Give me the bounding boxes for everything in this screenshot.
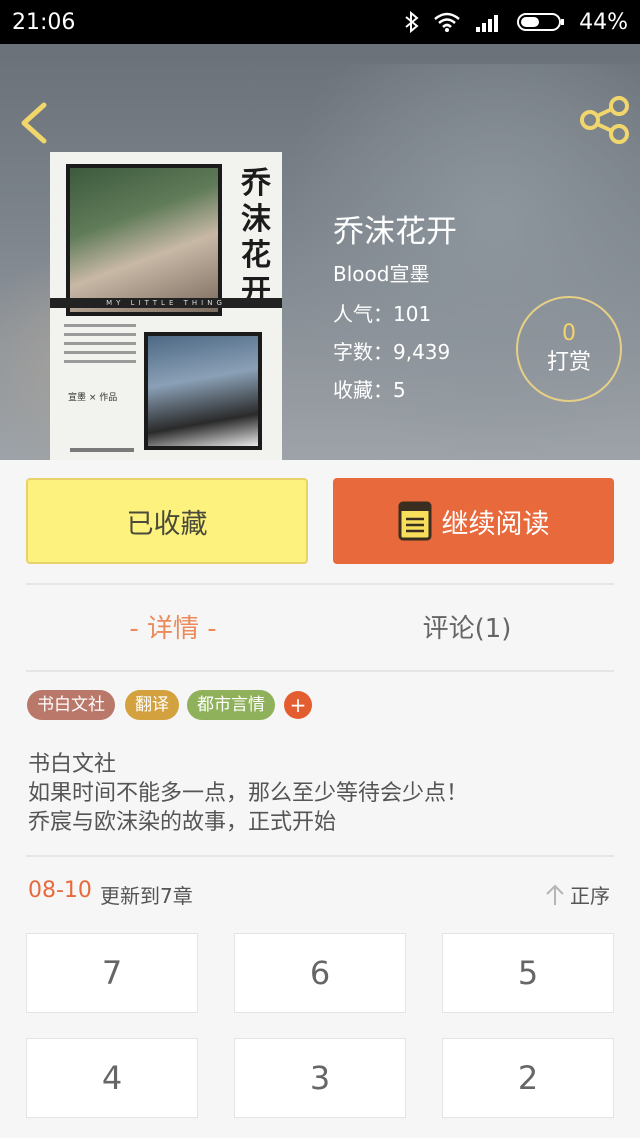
divider <box>26 670 614 672</box>
arrow-up-icon <box>546 884 564 905</box>
book-icon <box>398 501 431 541</box>
book-header: 乔沫花开 MY LITTLE THING 宣墨 × 作品 <box>0 44 640 460</box>
divider <box>26 855 614 857</box>
book-author[interactable]: Blood宣墨 <box>333 258 429 287</box>
cover-tagline: MY LITTLE THING <box>106 299 226 307</box>
share-icon[interactable] <box>578 96 630 144</box>
signal-icon <box>476 15 499 32</box>
book-popularity: 人气：101 <box>333 302 432 326</box>
description-line: 如果时间不能多一点，那么至少等待会少点！ <box>28 781 469 806</box>
continue-reading-button[interactable]: 继续阅读 <box>333 478 614 564</box>
wifi-icon <box>434 12 460 32</box>
sort-button[interactable]: 正序 <box>544 880 610 909</box>
continue-reading-label: 继续阅读 <box>441 508 550 540</box>
collected-button[interactable]: 已收藏 <box>26 478 308 564</box>
book-word-count: 字数：9,439 <box>333 340 451 364</box>
book-description: 书白文社 如果时间不能多一点，那么至少等待会少点！ 乔宸与欧沫染的故事，正式开始 <box>28 750 608 837</box>
status-bar: 21:06 44% <box>0 0 640 44</box>
cover-credit: 宣墨 × 作品 <box>68 393 118 403</box>
cover-title: 乔沫花开 <box>241 166 271 309</box>
chapter-item[interactable]: 2 <box>442 1038 614 1118</box>
status-icons: 44% <box>405 10 628 35</box>
reward-count: 0 <box>562 321 576 346</box>
chapter-item[interactable]: 7 <box>26 933 198 1013</box>
tab-detail[interactable]: - 详情 - <box>30 606 316 652</box>
tag-translation[interactable]: 翻译 <box>125 690 179 720</box>
chapter-item[interactable]: 5 <box>442 933 614 1013</box>
book-cover[interactable]: 乔沫花开 MY LITTLE THING 宣墨 × 作品 <box>50 152 282 460</box>
collected-label: 已收藏 <box>126 508 208 540</box>
chapter-item[interactable]: 6 <box>234 933 406 1013</box>
bluetooth-icon <box>405 11 419 33</box>
reward-label: 打赏 <box>546 350 591 375</box>
cover-text-lines <box>64 324 136 369</box>
tag-urban-romance[interactable]: 都市言情 <box>187 690 275 720</box>
book-title: 乔沫花开 <box>333 214 457 250</box>
divider <box>26 583 614 585</box>
chapter-item[interactable]: 4 <box>26 1038 198 1118</box>
cover-photo-girl <box>66 164 222 316</box>
update-date: 08-10 <box>28 878 92 903</box>
cover-tagline-bar: MY LITTLE THING <box>50 298 282 308</box>
reward-button[interactable]: 0 打赏 <box>516 296 622 402</box>
book-favorites: 收藏：5 <box>333 378 406 402</box>
add-tag-button[interactable]: + <box>284 691 312 719</box>
chapter-item[interactable]: 3 <box>234 1038 406 1118</box>
update-status: 更新到7章 <box>100 884 193 908</box>
tab-comments[interactable]: 评论(1) <box>324 606 610 652</box>
sort-label: 正序 <box>570 884 610 908</box>
battery-percent: 44% <box>579 9 628 35</box>
description-line: 书白文社 <box>28 752 117 777</box>
status-time: 21:06 <box>12 9 76 35</box>
cover-photo-boy <box>144 332 262 450</box>
description-line: 乔宸与欧沫染的故事，正式开始 <box>28 810 337 835</box>
back-arrow-icon[interactable] <box>14 99 54 147</box>
tag-shubai[interactable]: 书白文社 <box>27 690 115 720</box>
cover-mark <box>70 448 134 452</box>
battery-icon <box>517 13 565 31</box>
